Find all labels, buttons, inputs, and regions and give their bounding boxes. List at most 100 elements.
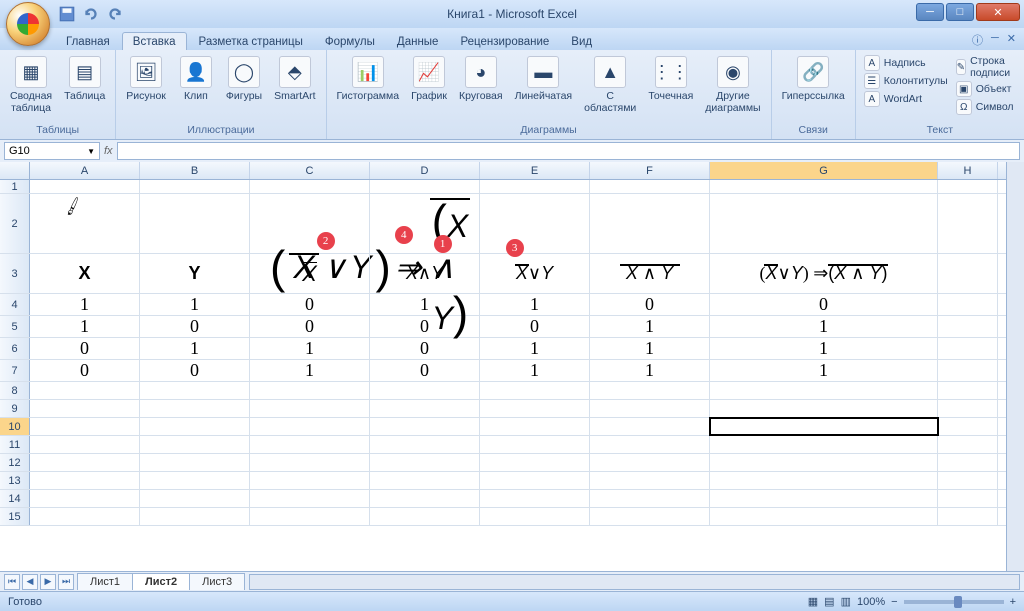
cell-D14[interactable] [370, 490, 480, 507]
cell-D2[interactable] [370, 194, 480, 253]
column-header-H[interactable]: H [938, 162, 998, 179]
cell-D10[interactable] [370, 418, 480, 435]
cell-H6[interactable] [938, 338, 998, 359]
vertical-scrollbar[interactable] [1006, 162, 1024, 571]
row-header-6[interactable]: 6 [0, 338, 30, 359]
cell-F12[interactable] [590, 454, 710, 471]
cell-F14[interactable] [590, 490, 710, 507]
cell-B14[interactable] [140, 490, 250, 507]
horizontal-scrollbar[interactable] [249, 574, 1020, 590]
cell-E13[interactable] [480, 472, 590, 489]
row-header-14[interactable]: 14 [0, 490, 30, 507]
cell-C9[interactable] [250, 400, 370, 417]
cell-A3[interactable]: X [30, 254, 140, 293]
office-button[interactable] [6, 2, 50, 46]
cell-A13[interactable] [30, 472, 140, 489]
row-header-8[interactable]: 8 [0, 382, 30, 399]
row-header-4[interactable]: 4 [0, 294, 30, 315]
cell-C2[interactable] [250, 194, 370, 253]
tab-insert[interactable]: Вставка [122, 32, 187, 50]
sheet-nav-first[interactable]: ⏮ [4, 574, 20, 590]
undo-icon[interactable] [82, 5, 100, 23]
sheet-nav-prev[interactable]: ◀ [22, 574, 38, 590]
row-header-1[interactable]: 1 [0, 180, 30, 193]
cell-D6[interactable]: 0 [370, 338, 480, 359]
cell-E11[interactable] [480, 436, 590, 453]
cell-G6[interactable]: 1 [710, 338, 938, 359]
view-normal-icon[interactable]: ▦ [808, 595, 818, 608]
cell-F11[interactable] [590, 436, 710, 453]
column-header-A[interactable]: A [30, 162, 140, 179]
cell-B12[interactable] [140, 454, 250, 471]
cell-D9[interactable] [370, 400, 480, 417]
cell-F1[interactable] [590, 180, 710, 193]
zoom-in-button[interactable]: + [1010, 596, 1016, 608]
cell-F7[interactable]: 1 [590, 360, 710, 381]
column-header-E[interactable]: E [480, 162, 590, 179]
object-button[interactable]: ▣Объект [954, 80, 1018, 98]
sheet-nav-next[interactable]: ▶ [40, 574, 56, 590]
row-header-2[interactable]: 2 [0, 194, 30, 253]
cell-F6[interactable]: 1 [590, 338, 710, 359]
cell-C5[interactable]: 0 [250, 316, 370, 337]
cell-C15[interactable] [250, 508, 370, 525]
scatter-chart-button[interactable]: ⋮⋮Точечная [644, 54, 697, 104]
column-chart-button[interactable]: 📊Гистограмма [333, 54, 404, 104]
pivot-table-button[interactable]: ▦Сводная таблица [6, 54, 56, 116]
cell-G2[interactable] [710, 194, 938, 253]
column-header-B[interactable]: B [140, 162, 250, 179]
cell-C3[interactable]: X [250, 254, 370, 293]
cell-B11[interactable] [140, 436, 250, 453]
row-header-15[interactable]: 15 [0, 508, 30, 525]
sigline-button[interactable]: ✎Строка подписи [954, 54, 1018, 80]
other-charts-button[interactable]: ◉Другие диаграммы [701, 54, 764, 116]
cell-C6[interactable]: 1 [250, 338, 370, 359]
sheet-nav-last[interactable]: ⏭ [58, 574, 74, 590]
cell-D8[interactable] [370, 382, 480, 399]
column-header-F[interactable]: F [590, 162, 710, 179]
cell-B2[interactable] [140, 194, 250, 253]
cell-C12[interactable] [250, 454, 370, 471]
redo-icon[interactable] [106, 5, 124, 23]
maximize-button[interactable]: □ [946, 3, 974, 21]
formula-input[interactable] [117, 142, 1020, 160]
cell-B13[interactable] [140, 472, 250, 489]
cell-G10[interactable] [710, 418, 938, 435]
name-box[interactable]: G10▼ [4, 142, 100, 160]
cell-C1[interactable] [250, 180, 370, 193]
cell-A5[interactable]: 1 [30, 316, 140, 337]
cell-H11[interactable] [938, 436, 998, 453]
cell-D15[interactable] [370, 508, 480, 525]
cell-G5[interactable]: 1 [710, 316, 938, 337]
clip-button[interactable]: 👤Клип [174, 54, 218, 104]
cell-H3[interactable] [938, 254, 998, 293]
cell-F2[interactable] [590, 194, 710, 253]
cell-E2[interactable] [480, 194, 590, 253]
cell-H1[interactable] [938, 180, 998, 193]
view-pagelayout-icon[interactable]: ▤ [824, 595, 834, 608]
sheet-tab-Лист3[interactable]: Лист3 [189, 573, 245, 590]
cell-B15[interactable] [140, 508, 250, 525]
bar-chart-button[interactable]: ▬Линейчатая [511, 54, 577, 104]
sheet-tab-Лист1[interactable]: Лист1 [77, 573, 133, 590]
cell-E12[interactable] [480, 454, 590, 471]
row-header-7[interactable]: 7 [0, 360, 30, 381]
cell-D5[interactable]: 0 [370, 316, 480, 337]
cell-H12[interactable] [938, 454, 998, 471]
wordart-button[interactable]: AWordArt [862, 90, 950, 108]
cell-A10[interactable] [30, 418, 140, 435]
cell-G4[interactable]: 0 [710, 294, 938, 315]
cell-B5[interactable]: 0 [140, 316, 250, 337]
cell-C11[interactable] [250, 436, 370, 453]
cell-G9[interactable] [710, 400, 938, 417]
cell-H7[interactable] [938, 360, 998, 381]
cell-C13[interactable] [250, 472, 370, 489]
pie-chart-button[interactable]: ◕Круговая [455, 54, 507, 104]
minimize-button[interactable]: ─ [916, 3, 944, 21]
cell-H9[interactable] [938, 400, 998, 417]
cell-D1[interactable] [370, 180, 480, 193]
hyperlink-button[interactable]: 🔗Гиперссылка [778, 54, 849, 104]
cell-B9[interactable] [140, 400, 250, 417]
zoom-out-button[interactable]: − [891, 596, 897, 608]
cell-F5[interactable]: 1 [590, 316, 710, 337]
